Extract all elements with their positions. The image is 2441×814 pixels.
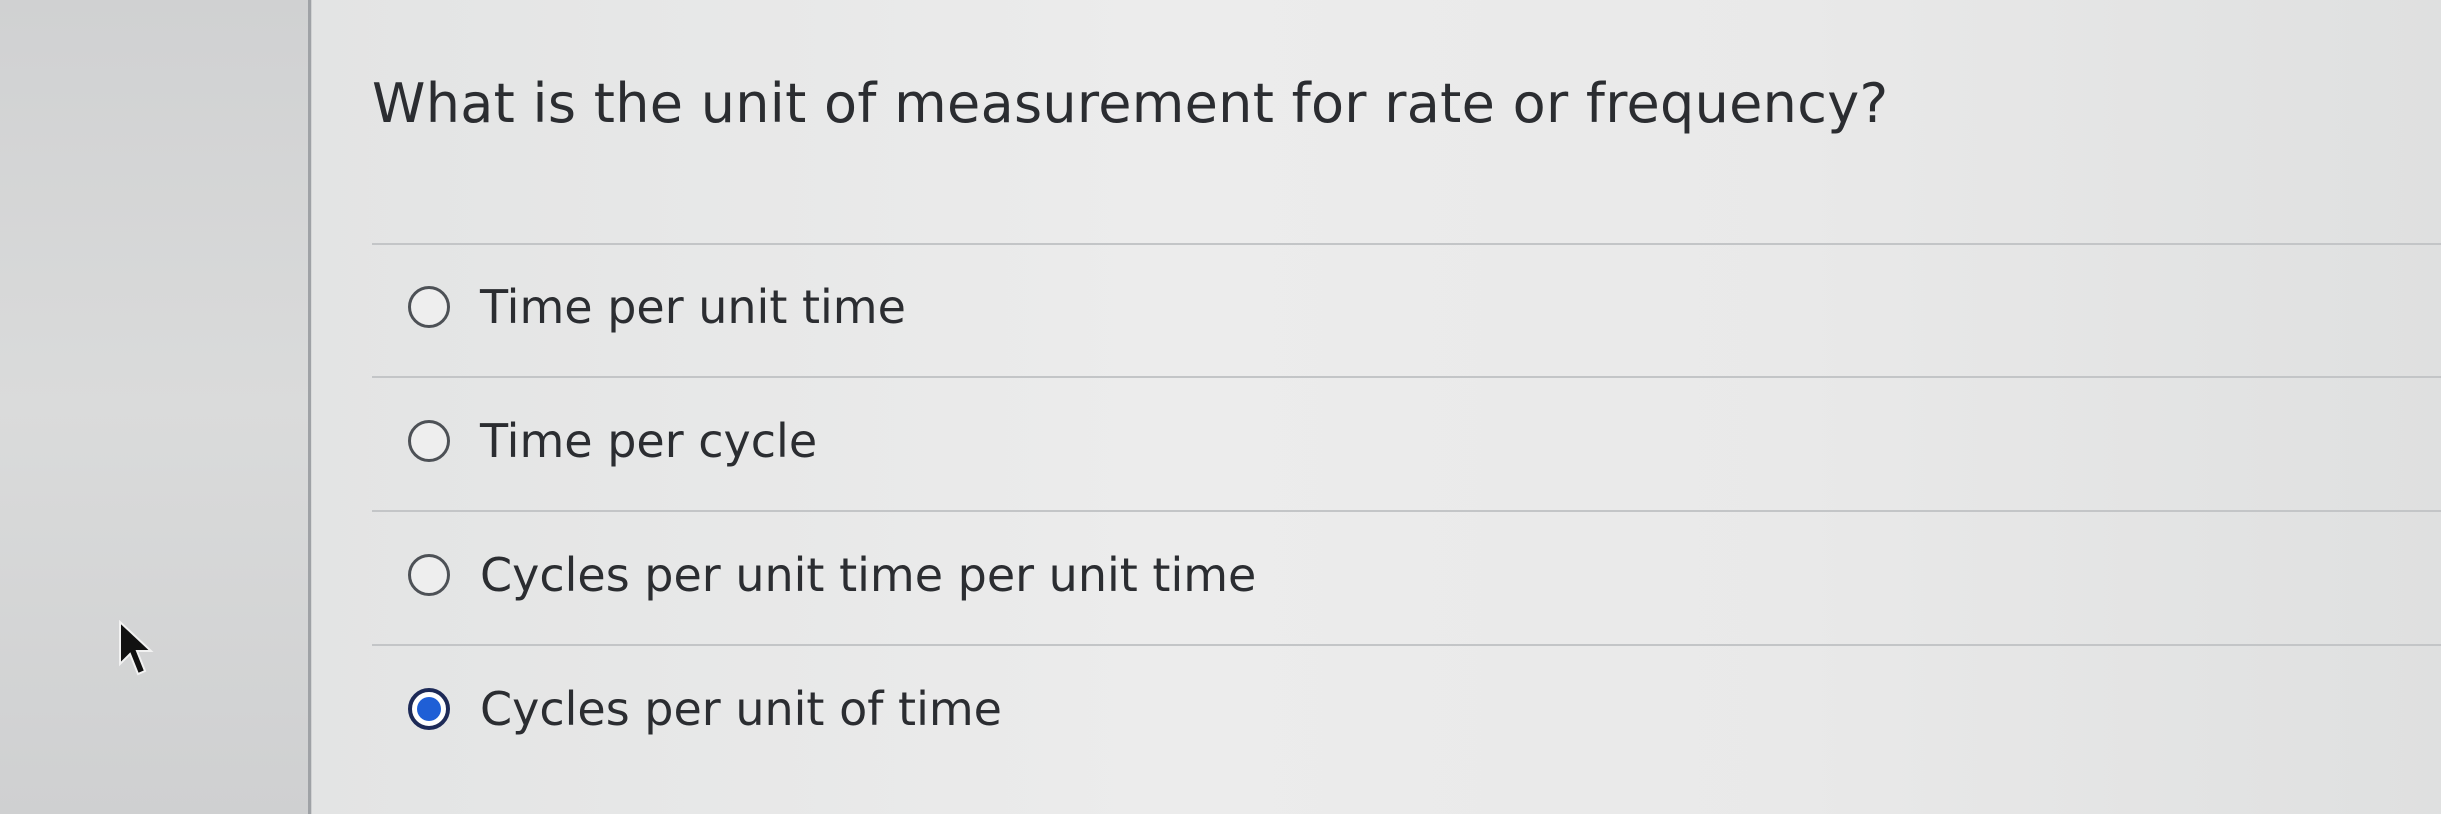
quiz-question-panel: What is the unit of measurement for rate…	[312, 0, 2441, 814]
answer-label-3: Cycles per unit time per unit time	[480, 548, 1257, 602]
answer-label-4: Cycles per unit of time	[480, 682, 1002, 736]
answer-divider-2	[372, 510, 2441, 512]
answer-option-3[interactable]: Cycles per unit time per unit time	[372, 508, 2441, 642]
vertical-divider	[308, 0, 311, 814]
answer-option-4[interactable]: Cycles per unit of time	[372, 642, 2441, 776]
radio-button-1[interactable]	[408, 286, 450, 328]
answer-divider-1	[372, 376, 2441, 378]
answer-option-1[interactable]: Time per unit time	[372, 240, 2441, 374]
answer-divider-3	[372, 644, 2441, 646]
left-gutter	[0, 0, 312, 814]
radio-button-4-selected[interactable]	[408, 688, 450, 730]
answer-label-2: Time per cycle	[480, 414, 818, 468]
answer-option-2[interactable]: Time per cycle	[372, 374, 2441, 508]
answer-label-1: Time per unit time	[480, 280, 906, 334]
screen: What is the unit of measurement for rate…	[0, 0, 2441, 814]
mouse-pointer-icon	[119, 620, 154, 676]
question-text: What is the unit of measurement for rate…	[372, 72, 1889, 135]
radio-button-3[interactable]	[408, 554, 450, 596]
radio-button-2[interactable]	[408, 420, 450, 462]
